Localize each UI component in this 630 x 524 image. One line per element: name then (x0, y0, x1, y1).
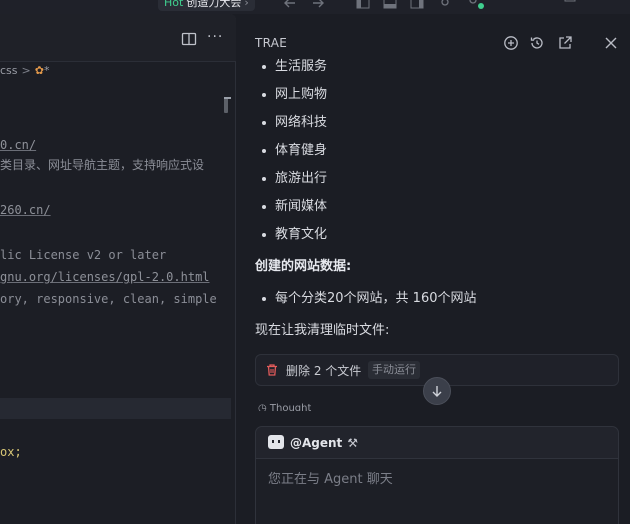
list-item: 生活服务 (261, 59, 328, 74)
arrow-right-icon[interactable] (311, 0, 325, 9)
more-actions-icon[interactable]: ··· (207, 30, 223, 46)
code-line: 类目录、网址导航主题，支持响应式设 (0, 158, 205, 172)
breadcrumb-separator: > (21, 64, 31, 77)
scroll-to-bottom-button[interactable] (423, 377, 451, 405)
gear-icon[interactable] (438, 0, 452, 9)
chat-input[interactable] (268, 469, 598, 489)
layout-bottom-icon[interactable] (383, 0, 397, 9)
editor-tab-bar: ··· (0, 14, 236, 62)
chevron-right-icon: › (244, 0, 249, 9)
title-bar: Hot 创造力大会 › (0, 0, 630, 14)
project-switcher[interactable]: Hot 创造力大会 › (158, 0, 255, 11)
list-item: 旅游出行 (261, 171, 328, 186)
message-text: 现在让我清理临时文件: (255, 323, 390, 338)
css-file-icon: ✿ (34, 64, 44, 77)
layout-right-icon[interactable] (410, 0, 424, 9)
list-item: 教育文化 (261, 227, 328, 242)
agent-selector[interactable]: @Agent ⚒ (268, 435, 358, 453)
chat-input-area (256, 458, 618, 524)
section-heading: 创建的网站数据: (255, 259, 352, 274)
project-name: 创造力大会 (186, 0, 242, 9)
agent-icon (268, 435, 284, 449)
code-line: ory, responsive, clean, simple (0, 292, 217, 306)
trash-icon (265, 363, 279, 377)
list-item: 新闻媒体 (261, 199, 328, 214)
tool-call-label: 删除 2 个文件 (286, 364, 362, 378)
chat-input-container: @Agent ⚒ (255, 426, 619, 524)
code-line: ox; (0, 443, 22, 461)
code-line: gnu.org/licenses/gpl-2.0.html (0, 270, 210, 284)
breadcrumb: css > ✿* (0, 64, 49, 80)
code-editor: ··· css > ✿* 0.cn/ 类目录、网址导航主题，支持响应式设 260.c… (0, 14, 236, 524)
manual-run-badge[interactable]: 手动运行 (368, 361, 420, 379)
current-line-highlight (0, 398, 231, 419)
split-editor-icon[interactable] (181, 31, 197, 47)
code-line: lic License v2 or later (0, 248, 167, 262)
window-restore-icon[interactable] (563, 0, 577, 9)
list-item: 网络科技 (261, 115, 328, 130)
ai-chat-panel: TRAE 生活服务 网上购物 网络科技 体育健身 旅游出行 新闻媒体 教育文化 … (239, 14, 630, 524)
arrow-down-icon (432, 386, 442, 397)
thought-label: Thought (269, 403, 312, 411)
arrow-left-icon[interactable] (283, 0, 297, 9)
online-status-dot (478, 3, 484, 9)
code-token: ox; (0, 445, 22, 459)
breadcrumb-segment[interactable]: css (0, 64, 18, 77)
thought-indicator[interactable]: ◷ Thought (258, 403, 311, 411)
assistant-message: 生活服务 网上购物 网络科技 体育健身 旅游出行 新闻媒体 教育文化 创建的网站… (255, 14, 620, 394)
layout-left-icon[interactable] (356, 0, 370, 9)
code-line: 0.cn/ (0, 138, 37, 152)
agent-label: @Agent (290, 436, 343, 450)
code-content[interactable]: 0.cn/ 类目录、网址导航主题，支持响应式设 260.cn/ lic Lice… (0, 84, 231, 524)
list-item: 体育健身 (261, 143, 328, 158)
tools-icon[interactable]: ⚒ (347, 436, 358, 450)
breadcrumb-symbol[interactable]: * (44, 64, 50, 77)
list-item: 网上购物 (261, 87, 328, 102)
hot-badge: Hot (164, 0, 184, 9)
code-line: 260.cn/ (0, 203, 51, 217)
list-item: 每个分类20个网站，共 160个网站 (262, 291, 477, 306)
